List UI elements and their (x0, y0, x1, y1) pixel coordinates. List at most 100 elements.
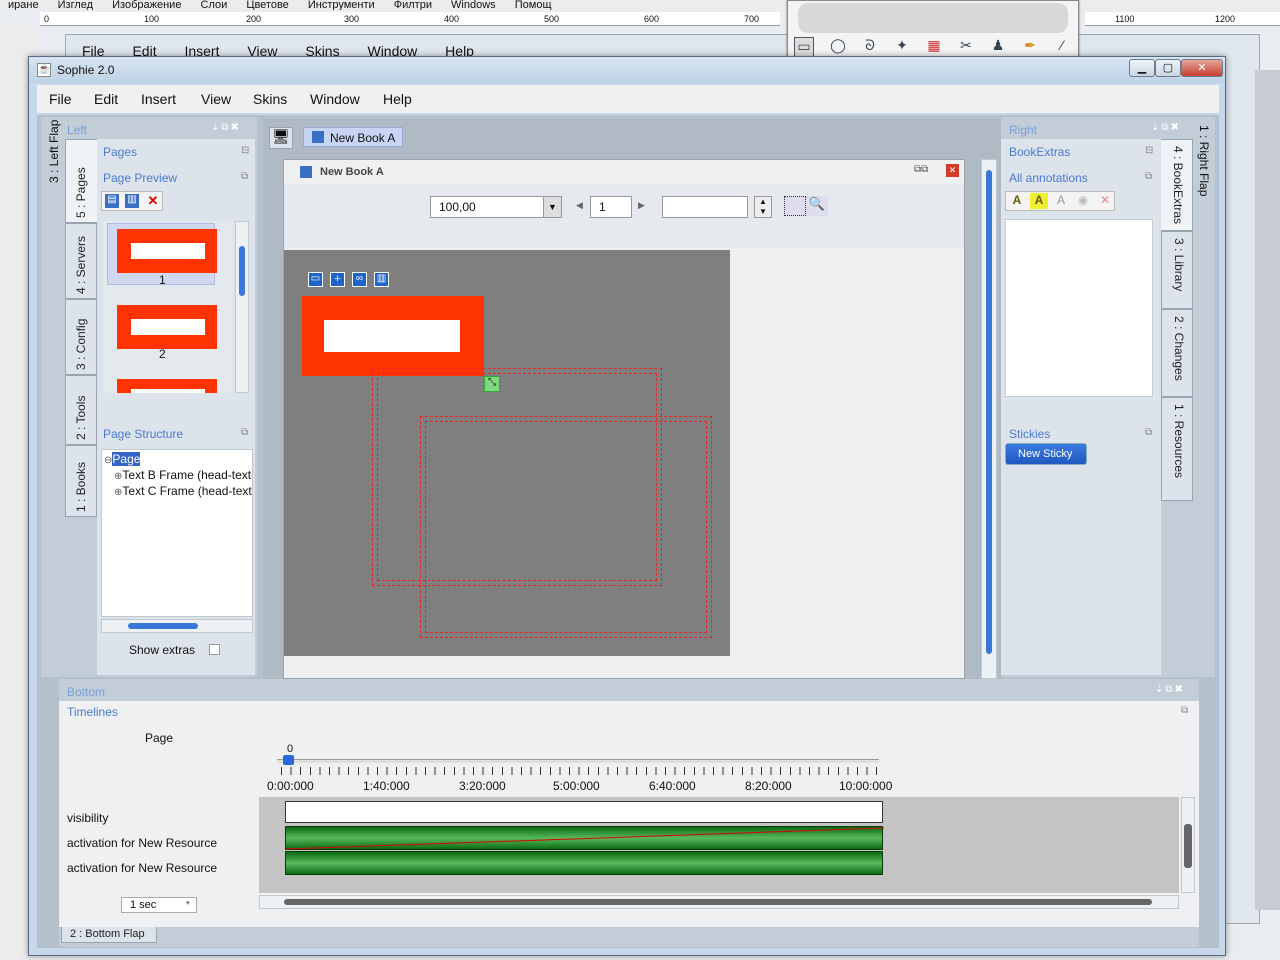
maximize-button[interactable]: ▢ (1155, 59, 1181, 77)
collapse-icon[interactable]: ⊟ (241, 145, 249, 156)
page-icon[interactable]: ▭ (308, 272, 323, 287)
spinner-icon[interactable]: ▲ ▼ (754, 196, 772, 218)
annotation-icon[interactable]: A (1030, 193, 1048, 209)
collapse-icon[interactable]: ⊟ (1145, 145, 1153, 156)
track-activation[interactable] (285, 826, 884, 850)
page-canvas[interactable]: ▭ + ∞ ▥ ⤡ (284, 250, 730, 656)
show-extras-checkbox[interactable] (209, 644, 220, 655)
track-activation[interactable] (285, 851, 883, 875)
thumb-frame (131, 319, 205, 335)
left-flap-vertical[interactable]: 3 : Left Flap (43, 120, 65, 187)
tracks-vscrollbar[interactable] (1181, 797, 1195, 893)
undock-icon[interactable]: ⧉ (241, 427, 248, 438)
scroll-thumb[interactable] (128, 623, 198, 629)
page-thumbnail[interactable] (117, 379, 217, 393)
menu-help[interactable]: Help (383, 91, 412, 107)
page-number-field[interactable]: 1 (590, 196, 632, 218)
tree-node-page[interactable]: ⊖Page (104, 452, 141, 466)
page-thumbnail[interactable] (117, 305, 217, 349)
text-frame[interactable] (324, 320, 460, 352)
tree-node-frame[interactable]: ⊕Text B Frame (head-text- (114, 468, 252, 482)
prev-page-icon[interactable]: ◀ (576, 200, 583, 211)
undock-icon[interactable]: ⧉ (1145, 427, 1152, 438)
tracks-hscrollbar[interactable] (259, 895, 1179, 909)
right-flap-vertical[interactable]: 1 : Right Flap (1195, 125, 1215, 235)
chart-icon[interactable]: ▥ (374, 272, 389, 287)
text-frame-c[interactable] (420, 416, 712, 638)
delete-icon: ✕ (1099, 193, 1111, 207)
tab-books[interactable]: 1 : Books (65, 445, 97, 517)
time-scale-select[interactable]: 1 sec ▾ (121, 897, 197, 913)
time-mark: 6:40:000 (649, 779, 696, 793)
tab-bookextras[interactable]: 4 : BookExtras (1161, 139, 1193, 231)
add-icon[interactable]: + (330, 272, 345, 287)
close-button[interactable]: ✕ (1181, 59, 1223, 77)
color-select-icon[interactable]: ▦ (924, 37, 944, 57)
bottom-flap-tab[interactable]: 2 : Bottom Flap (61, 927, 157, 943)
menu-file[interactable]: File (49, 91, 72, 107)
flap-controls[interactable]: ⇣⧉✖ (1155, 684, 1185, 695)
chevron-down-icon[interactable]: ▾ (186, 899, 190, 907)
tree-node-frame[interactable]: ⊕Text C Frame (head-text- (114, 484, 252, 498)
lasso-icon[interactable]: ᘐ (860, 37, 880, 57)
zoom-combo[interactable]: 100,00 ▼ (430, 196, 562, 218)
value-field[interactable] (662, 196, 748, 218)
preview-scrollbar[interactable] (235, 221, 249, 393)
book-tab[interactable]: New Book A (303, 127, 403, 147)
scroll-thumb[interactable] (1184, 824, 1192, 868)
menu-window[interactable]: Window (310, 91, 360, 107)
undock-icon[interactable]: ⧉ (1145, 171, 1152, 182)
zoom-icon[interactable]: 🔍 (806, 196, 828, 216)
tab-library[interactable]: 3 : Library (1161, 231, 1193, 309)
tab-changes[interactable]: 2 : Changes (1161, 309, 1193, 397)
add-annotation-icon[interactable]: A (1008, 193, 1026, 209)
tab-servers[interactable]: 4 : Servers (65, 223, 97, 299)
bg-menu-item: иране (8, 0, 39, 10)
selection-icon[interactable] (784, 196, 806, 216)
scroll-thumb[interactable] (284, 899, 1152, 905)
structure-hscrollbar[interactable] (101, 619, 253, 633)
time-slider-thumb[interactable] (283, 755, 294, 765)
duplicate-page-icon[interactable]: ▥ (125, 194, 139, 208)
new-page-icon[interactable]: ▤ (105, 194, 119, 208)
foreground-select-icon[interactable]: ♟ (988, 37, 1008, 57)
show-extras-label: Show extras (129, 643, 196, 657)
menu-insert[interactable]: Insert (141, 91, 176, 107)
page-thumbnail[interactable] (117, 229, 217, 273)
chevron-down-icon[interactable]: ▼ (543, 197, 561, 217)
book-vscrollbar[interactable] (981, 159, 997, 679)
wand-icon[interactable]: ✦ (892, 37, 912, 57)
undock-icon[interactable]: ⧉ (241, 171, 248, 182)
flap-controls[interactable]: ⇣⧉✖ (211, 122, 241, 133)
paths-icon[interactable]: ✒ (1020, 37, 1040, 57)
color-picker-icon[interactable]: ⁄ (1052, 37, 1072, 57)
next-page-icon[interactable]: ▶ (638, 200, 645, 211)
tab-pages[interactable]: 5 : Pages (65, 139, 97, 223)
rect-select-icon[interactable]: ▭ (794, 37, 814, 57)
tab-resources[interactable]: 1 : Resources (1161, 397, 1193, 501)
minimize-button[interactable]: ▁ (1129, 59, 1155, 77)
time-slider-track[interactable] (277, 759, 879, 763)
left-flap: Left ⇣⧉✖ 3 : Left Flap 5 : Pages 4 : Ser… (41, 117, 257, 677)
scroll-thumb[interactable] (986, 170, 992, 654)
scroll-thumb[interactable] (239, 246, 245, 296)
close-icon[interactable]: ✕ (946, 164, 959, 177)
new-sticky-button[interactable]: New Sticky (1005, 443, 1087, 465)
flap-controls[interactable]: ⇣⧉✖ (1151, 122, 1181, 133)
menu-skins[interactable]: Skins (253, 91, 287, 107)
ellipse-select-icon[interactable]: ◯ (828, 37, 848, 57)
monitor-icon[interactable]: 🖥 (269, 127, 293, 149)
scissors-icon[interactable]: ✂ (956, 37, 976, 57)
annotations-list[interactable] (1005, 219, 1153, 397)
undock-icon[interactable]: ⧉ (1181, 705, 1188, 716)
delete-page-icon[interactable]: ✕ (145, 193, 161, 209)
menu-view[interactable]: View (201, 91, 231, 107)
tab-tools[interactable]: 2 : Tools (65, 375, 97, 445)
window-controls[interactable]: ⧉⧉ (914, 164, 928, 175)
track-visibility[interactable] (285, 801, 883, 823)
background-ruler-right: 1100 1200 (1085, 12, 1280, 26)
page-content-frame[interactable] (302, 296, 484, 376)
menu-edit[interactable]: Edit (94, 91, 118, 107)
link-icon[interactable]: ∞ (352, 272, 367, 287)
tab-config[interactable]: 3 : Config (65, 299, 97, 375)
